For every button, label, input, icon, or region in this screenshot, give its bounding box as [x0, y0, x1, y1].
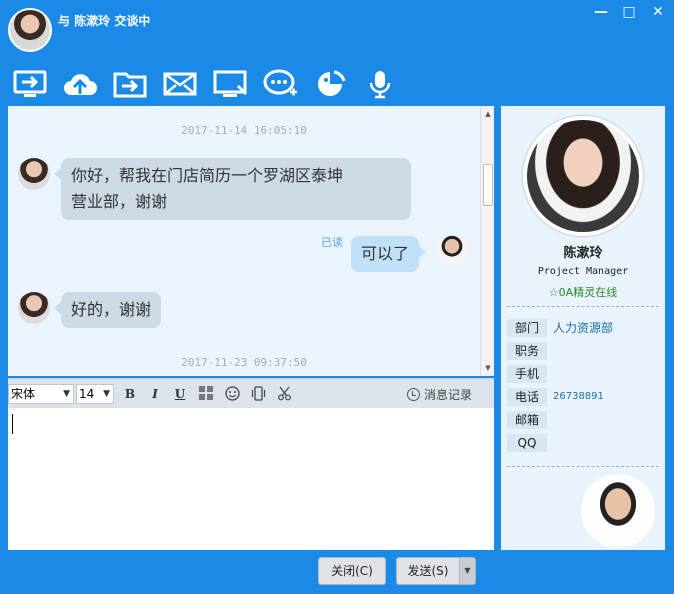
message-input[interactable]: [8, 408, 494, 550]
field-label-email: 邮箱: [507, 411, 547, 429]
status-text: 0A精灵在线: [558, 286, 618, 299]
scroll-down-icon[interactable]: ▼: [481, 362, 494, 374]
italic-button[interactable]: I: [147, 386, 163, 402]
contact-avatar[interactable]: [8, 8, 52, 52]
field-label-mobile: 手机: [507, 365, 547, 383]
field-value-department: 人力资源部: [553, 321, 614, 335]
group-chat-icon[interactable]: [262, 68, 298, 100]
close-button[interactable]: 关闭(C): [318, 557, 386, 585]
profile-title: Project Manager: [537, 266, 629, 277]
screenshot-icon[interactable]: [312, 68, 348, 100]
my-avatar: [436, 234, 468, 266]
window-title: 与 陈漱玲 交谈中: [58, 12, 150, 29]
chat-scrollbar[interactable]: ▲ ▼: [480, 106, 494, 376]
minimize-button[interactable]: —: [593, 4, 609, 20]
outgoing-message: 可以了: [351, 236, 427, 272]
message-timestamp: 2017-11-23 09:37:50: [181, 356, 307, 369]
chat-window: 与 陈漱玲 交谈中 — □ ✕ 2017-11-14 16:05:10 你好，帮…: [0, 0, 674, 594]
online-status: ☆0A精灵在线: [501, 284, 665, 300]
underline-button[interactable]: U: [172, 386, 188, 402]
grid-icon[interactable]: [198, 386, 214, 402]
read-status: 已读: [321, 236, 343, 249]
microphone-icon[interactable]: [362, 68, 398, 100]
message-line: 营业部，谢谢: [71, 192, 168, 211]
incoming-message: 好的，谢谢: [53, 292, 162, 328]
chevron-down-icon: ▼: [63, 389, 70, 399]
emoji-icon[interactable]: [224, 386, 240, 402]
title-prefix: 与: [58, 14, 71, 28]
divider: [507, 306, 659, 307]
incoming-message: 你好，帮我在门店简历一个罗湖区泰坤 营业部，谢谢: [54, 158, 411, 220]
title-contact-name: 陈漱玲: [74, 14, 111, 28]
mail-icon[interactable]: [162, 68, 198, 100]
message-line: 你好，帮我在门店简历一个罗湖区泰坤: [71, 166, 344, 185]
scissors-icon[interactable]: [276, 386, 292, 402]
message-timestamp: 2017-11-14 16:05:10: [181, 124, 307, 137]
bold-button[interactable]: B: [122, 386, 138, 402]
chevron-down-icon: ▼: [103, 389, 110, 399]
clock-icon: [406, 388, 420, 401]
divider: [507, 466, 659, 467]
toolbar: [0, 62, 420, 104]
font-size-value: 14: [79, 387, 95, 401]
message-area[interactable]: 2017-11-14 16:05:10 你好，帮我在门店简历一个罗湖区泰坤 营业…: [8, 106, 494, 376]
font-family-select[interactable]: 宋体 ▼: [8, 384, 74, 404]
folder-send-icon[interactable]: [112, 68, 148, 100]
my-profile-photo[interactable]: [581, 474, 655, 548]
field-label-phone: 电话: [507, 388, 547, 406]
font-size-select[interactable]: 14 ▼: [76, 384, 114, 404]
send-options-dropdown[interactable]: ▼: [460, 557, 476, 585]
field-value-phone: 26738891: [553, 391, 604, 402]
field-label-department: 部门: [507, 319, 547, 337]
contact-profile-panel: 陈漱玲 Project Manager ☆0A精灵在线 部门 人力资源部 职务 …: [501, 106, 665, 550]
maximize-button[interactable]: □: [621, 4, 637, 20]
send-button[interactable]: 发送(S): [396, 557, 460, 585]
close-window-button[interactable]: ✕: [650, 4, 666, 20]
message-history-button[interactable]: 消息记录: [406, 386, 472, 403]
scroll-up-icon[interactable]: ▲: [481, 108, 494, 120]
format-toolbar: 宋体 ▼ 14 ▼ B I U 消息记录: [8, 378, 494, 408]
cloud-upload-icon[interactable]: [62, 68, 98, 100]
font-family-value: 宋体: [11, 387, 36, 401]
title-suffix: 交谈中: [114, 14, 151, 28]
remote-desktop-icon[interactable]: [212, 68, 248, 100]
profile-name: 陈漱玲: [563, 246, 603, 261]
sender-avatar: [18, 158, 50, 190]
screen-share-icon[interactable]: [12, 68, 48, 100]
field-label-qq: QQ: [507, 434, 547, 452]
profile-photo[interactable]: [523, 116, 643, 236]
sender-avatar: [18, 292, 50, 324]
field-label-position: 职务: [507, 342, 547, 360]
text-caret: [12, 414, 13, 434]
shake-icon[interactable]: [250, 386, 266, 402]
history-label: 消息记录: [423, 388, 472, 402]
scroll-thumb[interactable]: [483, 164, 493, 206]
star-icon: ☆: [548, 286, 559, 299]
